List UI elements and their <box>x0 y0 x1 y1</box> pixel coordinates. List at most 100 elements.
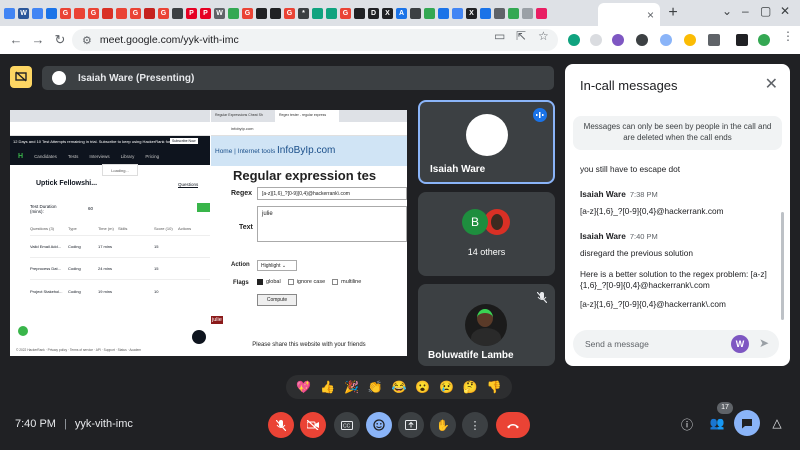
blue-tab-icon[interactable] <box>480 7 491 19</box>
profile-avatar[interactable] <box>758 34 770 46</box>
chat-scrollbar[interactable] <box>781 212 784 320</box>
green-tab-icon[interactable] <box>228 7 239 19</box>
close-icon[interactable]: ✕ <box>765 74 778 94</box>
chevron-down-icon[interactable]: ⌄ <box>722 4 732 18</box>
raise-hand-button[interactable]: ✋ <box>430 412 456 438</box>
puzzle-extension-icon[interactable] <box>636 34 648 46</box>
captions-button[interactable]: CC <box>334 412 360 438</box>
docs-tab-icon[interactable] <box>4 7 15 19</box>
grammarly-extension-icon[interactable] <box>568 34 580 46</box>
maximize-icon[interactable]: ▢ <box>760 4 771 18</box>
reload-icon[interactable]: ↻ <box>52 32 68 48</box>
people-button[interactable]: 👥 17 <box>708 402 733 430</box>
nav-interviews[interactable]: Interviews <box>89 154 109 159</box>
global-checkbox[interactable] <box>257 279 263 285</box>
grey-tab-icon[interactable] <box>522 7 533 19</box>
address-bar[interactable]: infobyip.com <box>211 122 407 136</box>
add-question-button[interactable] <box>197 203 210 212</box>
red-tab-icon[interactable] <box>74 7 85 19</box>
back-icon[interactable]: ← <box>8 32 24 47</box>
reaction-clap-icon[interactable]: 👏 <box>368 380 383 394</box>
writing-assistant-icon[interactable]: W <box>731 335 749 353</box>
tab-regex-tester[interactable]: Regex tester - regular express <box>275 110 339 122</box>
green-tab-icon[interactable] <box>508 7 519 19</box>
google-tab-icon[interactable]: G <box>88 7 99 19</box>
help-avatar[interactable] <box>192 330 206 344</box>
active-meet-tab[interactable]: × <box>598 3 660 26</box>
nav-pricing[interactable]: Pricing <box>145 154 159 159</box>
more-options-button[interactable]: ⋮ <box>462 412 488 438</box>
reaction-sad-icon[interactable]: 😢 <box>439 380 454 394</box>
github-tab-icon[interactable] <box>256 7 267 19</box>
chat-button[interactable] <box>734 410 760 436</box>
docs-tab-icon[interactable] <box>32 7 43 19</box>
pinterest-tab-icon[interactable]: P <box>200 7 211 19</box>
extension-icon[interactable] <box>590 34 602 46</box>
extension-icon[interactable] <box>612 34 624 46</box>
action-select[interactable]: Highlight ⌄ <box>257 260 297 271</box>
google-tab-icon[interactable]: G <box>60 7 71 19</box>
table-row[interactable]: Valid Email Add... Coding 17 mins 15 <box>30 236 210 258</box>
presentation-icon[interactable] <box>10 66 32 88</box>
ignore-case-checkbox[interactable] <box>287 279 294 285</box>
bookmark-star-icon[interactable]: ☆ <box>538 29 549 43</box>
image-tab-icon[interactable] <box>410 7 421 19</box>
image-tab-icon[interactable] <box>46 7 57 19</box>
pink-tab-icon[interactable] <box>536 7 547 19</box>
address-bar[interactable]: ⚙ meet.google.com/yyk-vith-imc <box>72 29 558 51</box>
participant-tile[interactable]: Boluwatife Lambe <box>418 284 555 366</box>
chatgpt-tab-icon[interactable] <box>326 7 337 19</box>
reaction-surprised-icon[interactable]: 😮 <box>415 380 430 394</box>
gear-extension-icon[interactable] <box>660 34 672 46</box>
chat-input[interactable]: Send a message W ➤ <box>573 330 779 358</box>
reaction-party-icon[interactable]: 🎉 <box>344 380 359 394</box>
add-icon[interactable] <box>18 326 28 336</box>
new-tab-icon[interactable]: + <box>664 4 682 22</box>
window-close-icon[interactable]: ✕ <box>780 4 790 18</box>
green-tab-icon[interactable] <box>424 7 435 19</box>
multiline-checkbox[interactable] <box>332 279 339 285</box>
red-tab-icon[interactable] <box>144 7 155 19</box>
translate-tab-icon[interactable]: A <box>396 7 407 19</box>
red-tab-icon[interactable] <box>116 7 127 19</box>
side-panel-icon[interactable] <box>736 34 748 46</box>
reaction-laugh-icon[interactable]: 😂 <box>391 380 406 394</box>
subscribe-button[interactable]: Subscribe Now <box>170 138 198 144</box>
meeting-details-button[interactable]: ⓘ <box>678 416 696 433</box>
send-icon[interactable]: ➤ <box>759 336 769 350</box>
forward-icon[interactable]: → <box>30 32 46 47</box>
pinterest-tab-icon[interactable]: P <box>186 7 197 19</box>
reaction-thinking-icon[interactable]: 🤔 <box>463 380 478 394</box>
google-tab-icon[interactable]: G <box>130 7 141 19</box>
word-tab-icon[interactable]: W <box>18 7 29 19</box>
reaction-thumbs-down-icon[interactable]: 👎 <box>487 380 502 394</box>
open-external-icon[interactable]: ⇱ <box>516 29 526 43</box>
github-tab-icon[interactable] <box>270 7 281 19</box>
table-row[interactable]: Preprocess Dat... Coding 24 mins 15 <box>30 258 210 280</box>
tower-tab-icon[interactable] <box>172 7 183 19</box>
grey-tab-icon[interactable] <box>494 7 505 19</box>
site-settings-icon[interactable]: ⚙ <box>82 34 92 47</box>
chatgpt-tab-icon[interactable] <box>312 7 323 19</box>
blue-tab-icon[interactable] <box>438 7 449 19</box>
compute-button[interactable]: Compute <box>257 294 297 306</box>
tab-close-icon[interactable]: × <box>647 8 654 22</box>
blue-tab-icon[interactable] <box>452 7 463 19</box>
perplexity-tab-icon[interactable]: * <box>298 7 309 19</box>
x-tab-icon[interactable]: X <box>466 7 477 19</box>
site-nav[interactable]: Home | Internet tools <box>215 148 275 155</box>
activities-button[interactable]: △ <box>768 416 786 430</box>
wiki-tab-icon[interactable]: W <box>214 7 225 19</box>
nav-candidates[interactable]: Candidates <box>34 154 57 159</box>
text-area[interactable]: julie <box>257 206 407 242</box>
extensions-icon[interactable] <box>708 34 720 46</box>
table-row[interactable]: Project Stakehol... Coding 19 mins 10 <box>30 280 210 302</box>
extension-icon[interactable] <box>684 34 696 46</box>
nav-library[interactable]: Library <box>121 154 135 159</box>
present-screen-button[interactable] <box>398 412 424 438</box>
nav-tests[interactable]: Tests <box>68 154 79 159</box>
google-tab-icon[interactable]: G <box>242 7 253 19</box>
leave-call-button[interactable] <box>496 412 530 438</box>
reaction-heart-icon[interactable]: 💖 <box>296 380 311 394</box>
medium-tab-icon[interactable] <box>354 7 365 19</box>
